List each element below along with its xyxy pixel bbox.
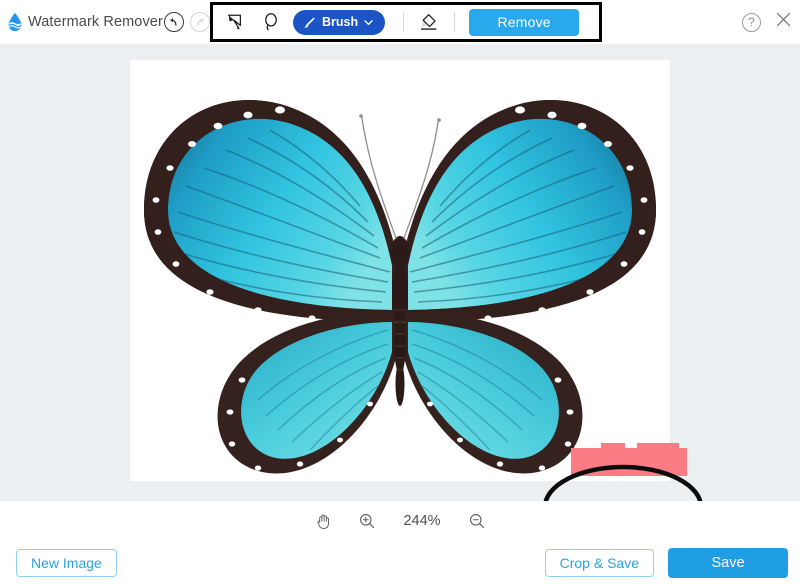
app-footer: New Image Crop & Save Save [0, 541, 800, 584]
zoom-toolbar: 244% [0, 501, 800, 541]
header-right-controls: ? [742, 11, 792, 33]
app-title: Watermark Remover [28, 14, 163, 30]
polygon-lasso-icon [227, 14, 242, 30]
undo-button[interactable] [164, 12, 184, 32]
toolbar-highlight-annotation: Brush Remove [210, 2, 602, 42]
polygon-lasso-tool-button[interactable] [221, 7, 253, 37]
brush-label: Brush [322, 15, 359, 29]
question-mark-icon: ? [748, 15, 755, 29]
brush-mask-nub-left [601, 443, 625, 449]
redo-button[interactable] [190, 12, 210, 32]
magnifier-plus-icon [360, 514, 375, 529]
footer-left-group: New Image [16, 548, 117, 577]
zoom-in-button[interactable] [356, 510, 378, 532]
toolbar-divider-left [403, 12, 405, 32]
help-button[interactable]: ? [742, 12, 761, 32]
watermark-remover-window: Watermark Remover Brush Remove ? 244% Ne… [0, 0, 800, 584]
brush-mask-stroke [571, 448, 687, 476]
zoom-level-label: 244% [403, 513, 441, 529]
app-header: Watermark Remover Brush Remove ? [0, 0, 800, 44]
redo-arrow-icon [197, 17, 204, 26]
pan-tool-button[interactable] [312, 510, 334, 532]
save-button[interactable]: Save [668, 547, 788, 578]
close-button[interactable] [775, 11, 792, 33]
footer-right-group: Crop & Save Save [544, 547, 788, 578]
crop-and-save-button[interactable]: Crop & Save [544, 548, 654, 577]
edit-toolbar: Brush Remove [213, 5, 599, 39]
brush-tool-button[interactable]: Brush [293, 9, 386, 35]
new-image-button[interactable]: New Image [16, 548, 117, 577]
freehand-lasso-tool-button[interactable] [255, 7, 287, 37]
remove-button[interactable]: Remove [469, 8, 580, 36]
water-drop-icon [4, 11, 26, 33]
close-x-icon [776, 12, 791, 27]
app-brand: Watermark Remover [0, 11, 163, 33]
brush-icon [304, 17, 315, 28]
image-canvas[interactable] [130, 60, 687, 481]
history-buttons [164, 12, 210, 32]
undo-arrow-icon [170, 17, 177, 26]
freehand-lasso-icon [265, 13, 277, 31]
eraser-tool-button[interactable] [412, 7, 444, 37]
toolbar-divider-right [454, 12, 456, 32]
magnifier-minus-icon [470, 514, 485, 529]
brush-mask-nub-right [637, 443, 679, 449]
eraser-icon [420, 13, 437, 30]
editor-workarea[interactable] [0, 44, 800, 501]
chevron-down-icon [364, 19, 373, 25]
butterfly-image [130, 60, 670, 481]
hand-pan-icon [317, 514, 329, 529]
zoom-out-button[interactable] [466, 510, 488, 532]
